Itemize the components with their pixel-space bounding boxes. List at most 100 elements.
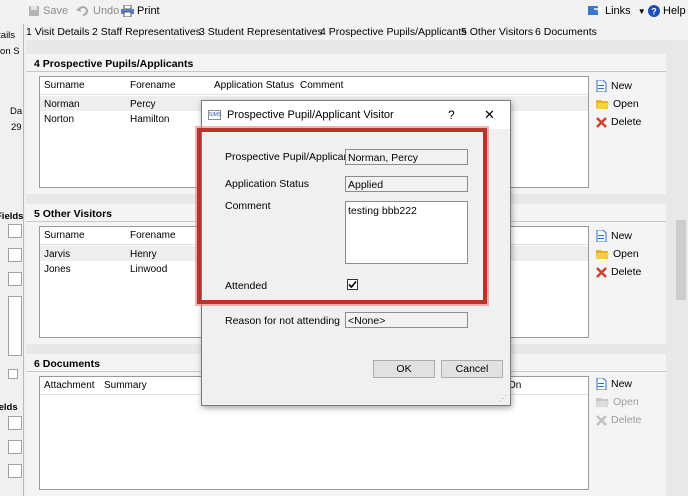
- left-field-input[interactable]: [8, 272, 22, 286]
- left-checkbox[interactable]: [8, 369, 18, 379]
- tab-staff-representatives[interactable]: 2 Staff Representatives: [92, 26, 201, 38]
- column-header[interactable]: Surname: [44, 80, 85, 91]
- tab-student-representatives[interactable]: 3 Student Representatives: [199, 26, 323, 38]
- new-icon: [596, 80, 607, 92]
- cell-forename: Percy: [130, 99, 156, 110]
- left-panel-details: Details: [0, 30, 16, 41]
- column-header[interactable]: Forename: [130, 230, 176, 241]
- links-button[interactable]: Links ▼: [588, 5, 646, 17]
- print-button[interactable]: Print: [121, 5, 160, 17]
- new-button[interactable]: New: [596, 230, 632, 242]
- dialog-titlebar[interactable]: SIMS Prospective Pupil/Applicant Visitor…: [202, 101, 510, 129]
- column-header[interactable]: Comment: [300, 80, 343, 91]
- left-field-input[interactable]: [8, 440, 22, 454]
- left-panel-fields-2: ields: [0, 402, 18, 413]
- delete-button[interactable]: Delete: [596, 414, 641, 426]
- delete-label: Delete: [611, 116, 642, 128]
- cell-surname: Norman: [44, 99, 80, 110]
- tab-bar: 1 Visit Details 2 Staff Representatives …: [26, 24, 688, 40]
- open-label: Open: [613, 248, 639, 260]
- open-button[interactable]: Open: [596, 98, 639, 110]
- column-header[interactable]: Summary: [104, 380, 147, 391]
- highlight-annotation: [197, 128, 487, 304]
- cell-forename: Hamilton: [130, 114, 170, 125]
- new-label: New: [611, 378, 633, 390]
- delete-icon: [596, 266, 607, 278]
- left-field-input[interactable]: [8, 416, 22, 430]
- cancel-button[interactable]: Cancel: [441, 360, 503, 378]
- column-header[interactable]: Attachment: [44, 380, 95, 391]
- open-label: Open: [613, 98, 639, 110]
- left-field-input[interactable]: [8, 224, 22, 238]
- delete-button[interactable]: Delete: [596, 116, 641, 128]
- print-icon: [121, 5, 134, 17]
- tab-documents[interactable]: 6 Documents: [535, 26, 597, 38]
- delete-label: Delete: [611, 414, 642, 426]
- section-title: 6 Documents: [34, 358, 100, 370]
- new-button[interactable]: New: [596, 378, 632, 390]
- delete-icon: [596, 414, 607, 426]
- left-panel: Details ation S Da 29 Fields ields: [0, 24, 24, 496]
- delete-label: Delete: [611, 266, 642, 278]
- column-header[interactable]: Application Status: [214, 80, 294, 91]
- new-icon: [596, 378, 607, 390]
- left-panel-ation: ation S: [0, 46, 20, 57]
- undo-icon: [76, 6, 88, 16]
- left-field-input[interactable]: [8, 464, 22, 478]
- new-label: New: [611, 230, 633, 242]
- open-folder-icon: [596, 397, 609, 407]
- section-header: 4 Prospective Pupils/Applicants: [26, 54, 666, 72]
- delete-icon: [596, 116, 607, 128]
- close-icon[interactable]: ✕: [484, 107, 495, 123]
- column-header[interactable]: Forename: [130, 80, 176, 91]
- resize-grip-icon[interactable]: ⋰: [499, 394, 507, 403]
- help-icon[interactable]: ?: [448, 108, 455, 122]
- help-button[interactable]: ? Help: [648, 5, 686, 17]
- save-button[interactable]: Save: [28, 5, 68, 17]
- section-title: 5 Other Visitors: [34, 208, 113, 220]
- tab-other-visitors[interactable]: 5 Other Visitors: [461, 26, 533, 38]
- new-button[interactable]: New: [596, 80, 632, 92]
- open-folder-icon: [596, 249, 609, 259]
- open-button[interactable]: Open: [596, 248, 639, 260]
- ok-button[interactable]: OK: [373, 360, 435, 378]
- app-icon: SIMS: [208, 110, 222, 120]
- cell-forename: Henry: [130, 249, 157, 260]
- help-icon: ?: [648, 5, 660, 17]
- left-panel-fields: Fields: [0, 211, 24, 222]
- cell-forename: Linwood: [130, 264, 168, 275]
- grid-header: Surname Forename Application Status Comm…: [40, 77, 588, 95]
- cell-surname: Jones: [44, 264, 71, 275]
- dialog-title: Prospective Pupil/Applicant Visitor: [227, 109, 394, 121]
- open-button[interactable]: Open: [596, 396, 639, 408]
- open-label: Open: [613, 396, 639, 408]
- cell-surname: Jarvis: [44, 249, 71, 260]
- section-title: 4 Prospective Pupils/Applicants: [34, 58, 194, 70]
- toolbar: Save Undo Print Links ▼ ? Help: [0, 0, 688, 24]
- help-label: Help: [663, 5, 686, 17]
- reason-field[interactable]: <None>: [345, 312, 468, 328]
- left-field-input[interactable]: [8, 296, 22, 356]
- links-label: Links: [605, 5, 631, 17]
- save-icon: [29, 6, 39, 16]
- scrollbar-thumb[interactable]: [676, 220, 686, 300]
- new-label: New: [611, 80, 633, 92]
- cell-surname: Norton: [44, 114, 75, 125]
- delete-button[interactable]: Delete: [596, 266, 641, 278]
- left-field-input[interactable]: [8, 248, 22, 262]
- save-label: Save: [43, 5, 69, 17]
- reason-label: Reason for not attending: [225, 315, 340, 327]
- undo-label: Undo: [93, 5, 120, 17]
- tab-visit-details[interactable]: 1 Visit Details: [26, 26, 89, 38]
- print-label: Print: [137, 5, 160, 17]
- left-panel-da: Da: [10, 106, 23, 117]
- chevron-down-icon: ▼: [637, 6, 646, 16]
- column-header[interactable]: Surname: [44, 230, 85, 241]
- tab-prospective-pupils[interactable]: 4 Prospective Pupils/Applicants: [320, 26, 467, 38]
- undo-button[interactable]: Undo: [76, 5, 119, 17]
- new-icon: [596, 230, 607, 242]
- open-folder-icon: [596, 99, 609, 109]
- left-panel-day: 29: [11, 122, 22, 133]
- svg-text:?: ?: [651, 7, 657, 17]
- links-icon: [588, 5, 602, 15]
